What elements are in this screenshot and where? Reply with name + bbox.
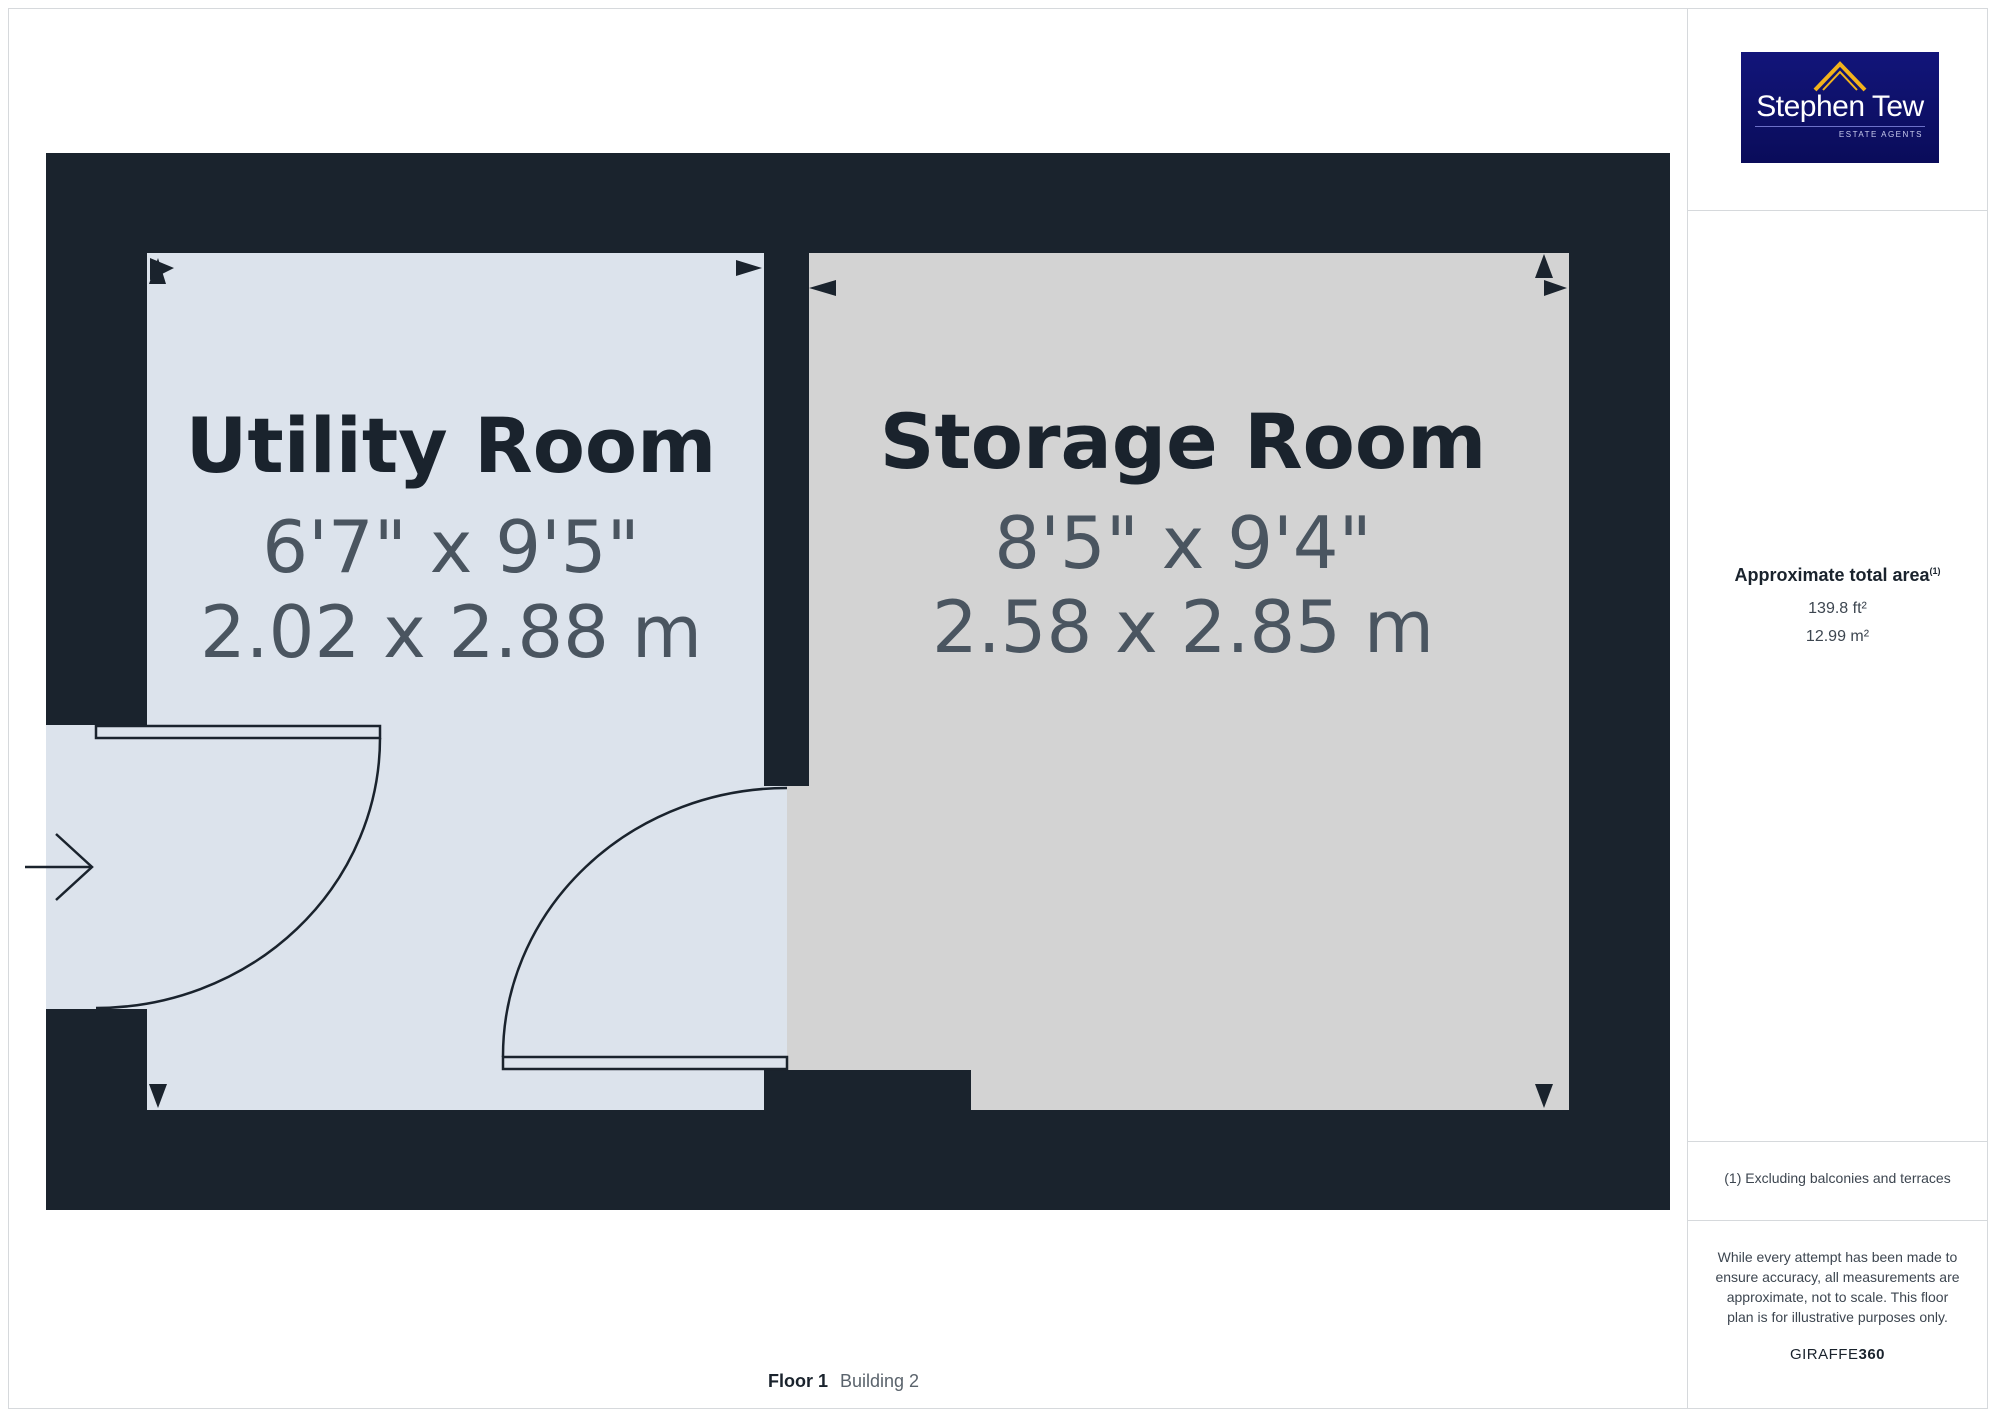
internal-doorway xyxy=(764,786,787,1070)
brand-light: GIRAFFE xyxy=(1789,1346,1859,1363)
storage-room-floor xyxy=(787,253,1569,1110)
floor-plan: Utility Room 6'7" x 9'5" 2.02 x 2.88 m S… xyxy=(25,153,1670,1210)
storage-room-name: Storage Room xyxy=(880,397,1487,486)
floor-caption: Floor 1 Building 2 xyxy=(0,1371,1687,1392)
logo-rule xyxy=(1755,126,1925,127)
building-label: Building 2 xyxy=(839,1371,920,1391)
info-sidebar xyxy=(1687,8,1988,1409)
sidebar-divider xyxy=(1687,1220,1988,1221)
utility-room-dim-metric: 2.02 x 2.88 m xyxy=(200,590,702,674)
storage-room-dim-imperial: 8'5" x 9'4" xyxy=(994,501,1371,585)
area-title: Approximate total area(1) xyxy=(1687,565,1988,586)
sidebar-divider xyxy=(1687,1141,1988,1142)
utility-room-floor xyxy=(147,253,764,1110)
area-footnote: (1) Excluding balconies and terraces xyxy=(1724,1170,1951,1186)
area-title-text: Approximate total area xyxy=(1734,565,1930,585)
internal-door-leaf xyxy=(501,1055,789,1071)
disclaimer: While every attempt has been made to ens… xyxy=(1715,1249,1960,1325)
logo-name: Stephen Tew xyxy=(1756,90,1924,123)
area-note-marker: (1) xyxy=(1929,566,1941,576)
giraffe360-brand: GIRAFFE360 xyxy=(1687,1346,1988,1363)
floor-label: Floor 1 xyxy=(767,1371,828,1391)
sidebar-divider xyxy=(1687,210,1988,211)
logo-subtitle: ESTATE AGENTS xyxy=(1838,130,1923,139)
area-sqm: 12.99 m² xyxy=(1805,628,1870,645)
agent-logo: Stephen Tew ESTATE AGENTS xyxy=(1741,52,1939,163)
storage-room-dim-metric: 2.58 x 2.85 m xyxy=(932,585,1434,669)
utility-room-name: Utility Room xyxy=(186,401,717,490)
area-sqft: 139.8 ft² xyxy=(1808,600,1867,617)
entry-door-leaf xyxy=(94,724,382,740)
brand-bold: 360 xyxy=(1858,1346,1886,1363)
utility-room-dim-imperial: 6'7" x 9'5" xyxy=(262,505,639,589)
